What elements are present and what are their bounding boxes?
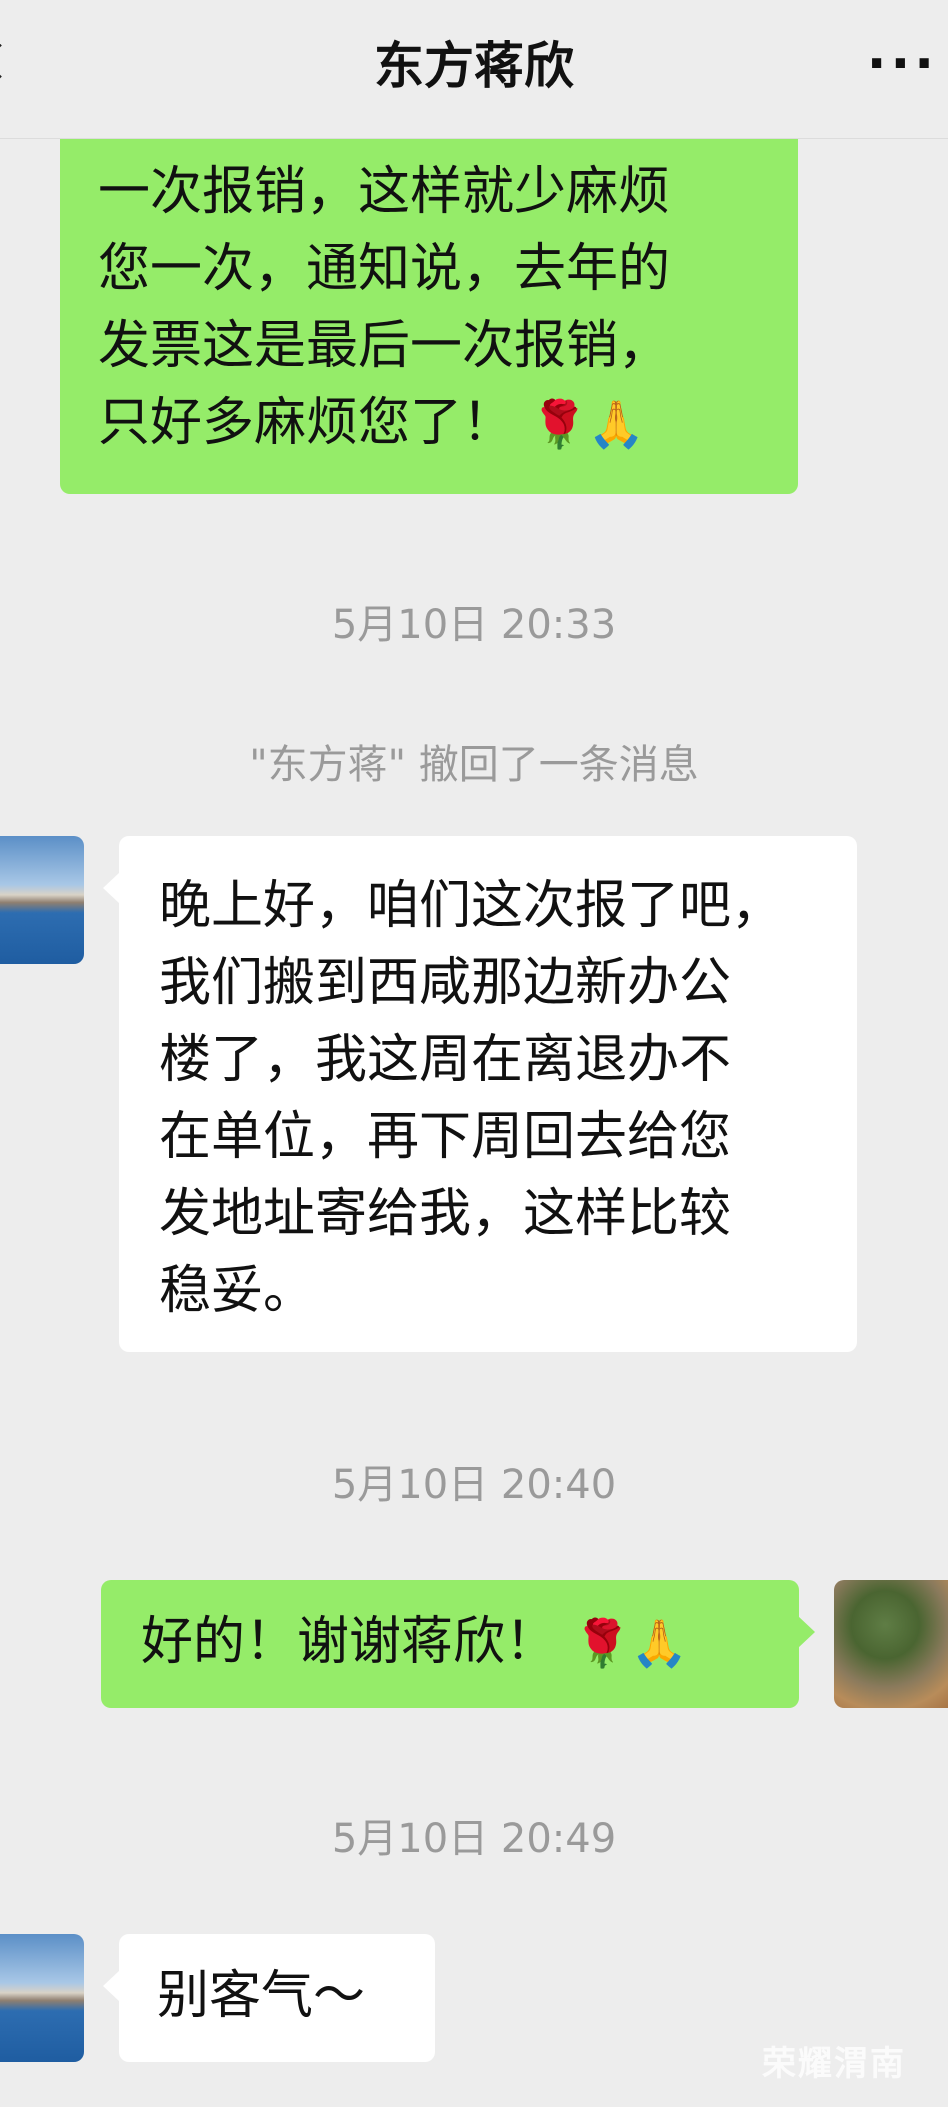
contact-avatar[interactable] <box>0 836 84 964</box>
message-line: 稳妥。 <box>159 1261 316 1321</box>
timestamp: 5月10日 20:33 <box>331 602 617 648</box>
message-line: 发地址寄给我，这样比较 <box>159 1184 732 1244</box>
message-line: 发票这是最后一次报销， <box>98 316 671 376</box>
top-bar: 东方蒋欣 ··· <box>0 0 948 139</box>
bubble-tail <box>103 872 120 904</box>
message-text: 好的！谢谢蒋欣！ <box>141 1612 558 1672</box>
message-bubble-outgoing[interactable]: 好的！谢谢蒋欣！ 🌹🙏 <box>101 1580 815 1708</box>
message-bubble-outgoing[interactable]: 一次报销，这样就少麻烦 您一次，通知说，去年的 发票这是最后一次报销， 只好多麻… <box>60 90 798 494</box>
contact-avatar[interactable] <box>0 1934 84 2062</box>
message-line: 晚上好，咱们这次报了吧， <box>159 876 784 936</box>
bubble-tail <box>103 1970 120 2002</box>
timestamp: 5月10日 20:49 <box>331 1816 617 1862</box>
message-line: 楼了，我这周在离退办不 <box>159 1030 732 1090</box>
watermark-logo: 荣耀渭南 <box>762 2044 906 2084</box>
message-bubble-incoming[interactable]: 晚上好，咱们这次报了吧， 我们搬到西咸那边新办公 楼了，我这周在离退办不 在单位… <box>103 836 857 1352</box>
rose-prayer-emoji: 🌹🙏 <box>573 1616 689 1670</box>
message-line: 在单位，再下周回去给您 <box>159 1107 732 1167</box>
message-line: 只好多麻烦您了！ 🌹🙏 <box>98 385 798 463</box>
message-line: 您一次，通知说，去年的 <box>98 239 671 299</box>
bubble-tail <box>798 1616 815 1648</box>
rose-prayer-emoji: 🌹🙏 <box>530 397 646 451</box>
message-line: 好的！谢谢蒋欣！ 🌹🙏 <box>141 1604 799 1682</box>
my-avatar[interactable] <box>834 1580 948 1708</box>
message-text: 只好多麻烦您了！ <box>98 393 515 453</box>
recall-notice: "东方蒋" 撤回了一条消息 <box>249 742 699 788</box>
message-bubble-incoming[interactable]: 别客气～ <box>103 1934 435 2062</box>
message-line: 我们搬到西咸那边新办公 <box>159 953 732 1013</box>
message-line: 一次报销，这样就少麻烦 <box>98 162 671 222</box>
timestamp: 5月10日 20:40 <box>331 1462 617 1508</box>
chat-title: 东方蒋欣 <box>374 37 574 95</box>
message-text: 别客气～ <box>157 1966 366 2026</box>
more-icon[interactable]: ··· <box>867 38 938 90</box>
